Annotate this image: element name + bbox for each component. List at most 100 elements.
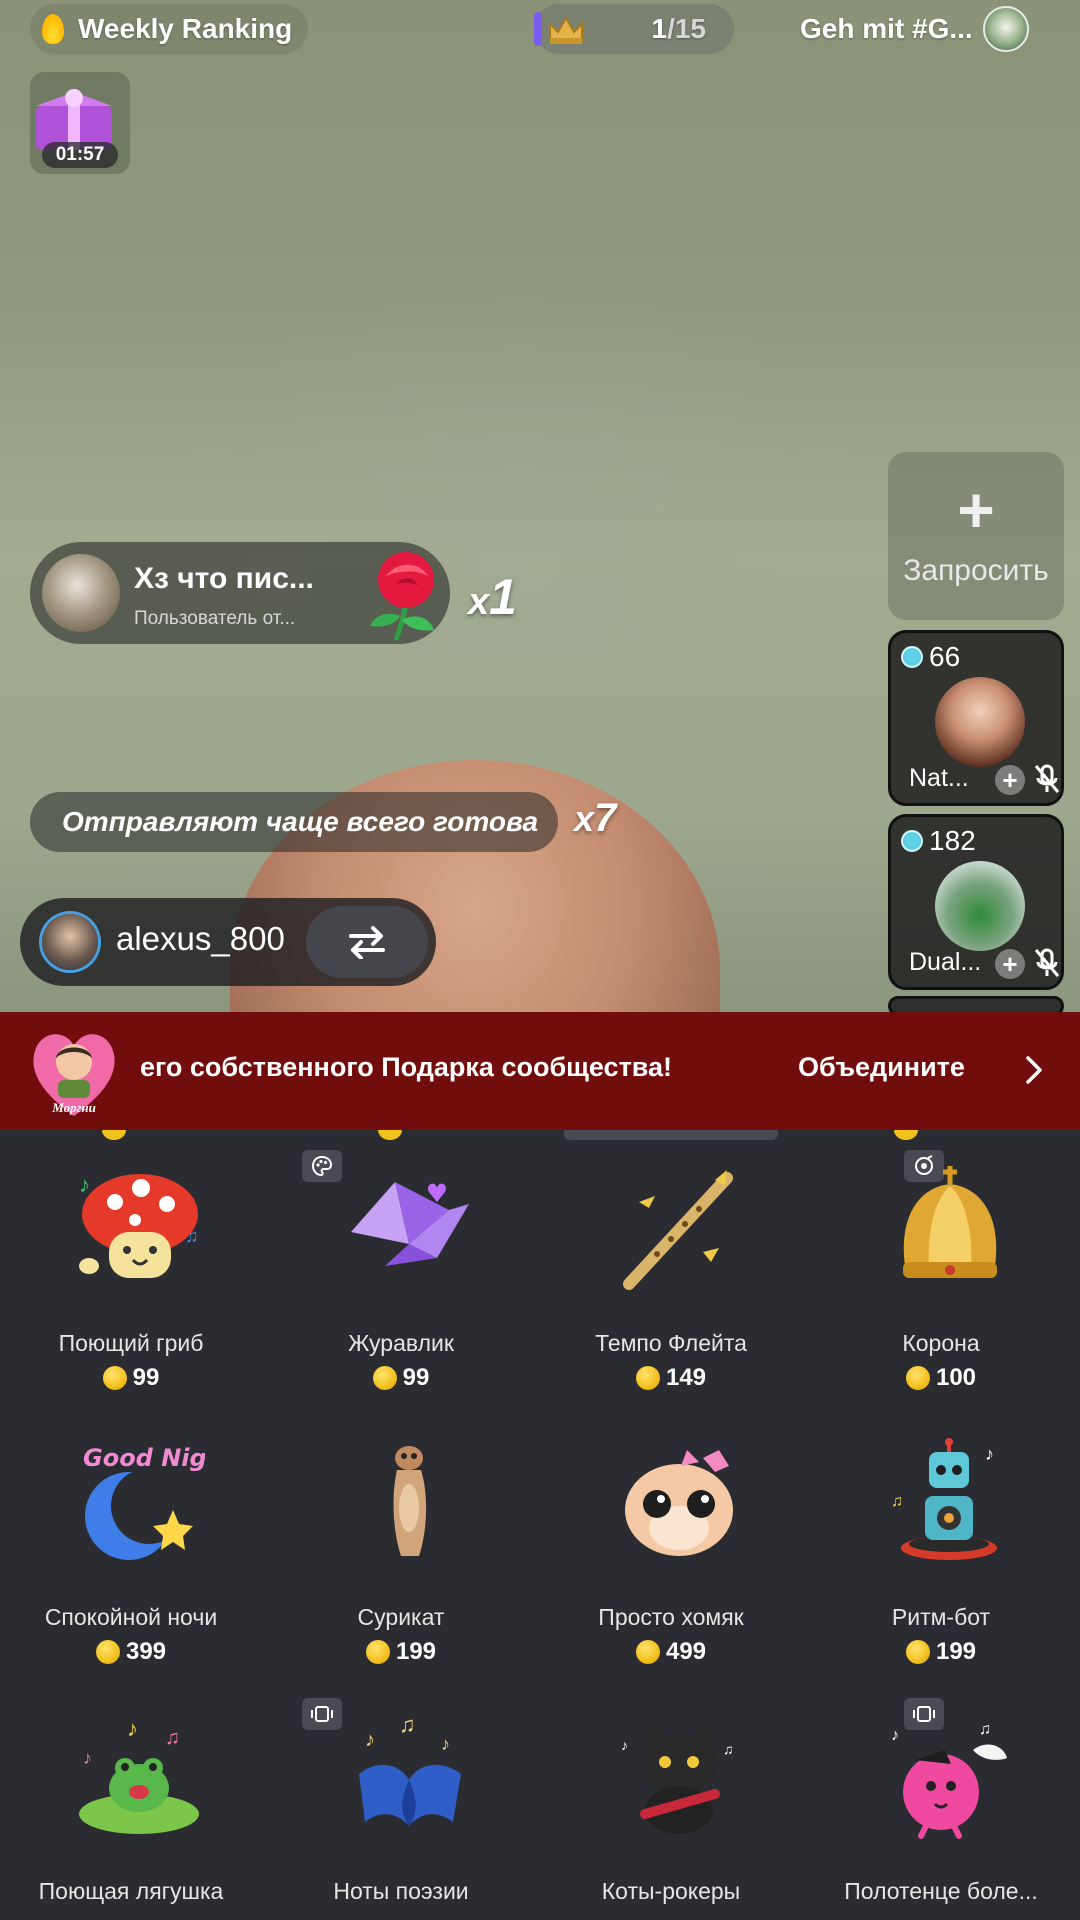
- svg-text:♫: ♫: [399, 1712, 416, 1737]
- most-sent-text: Отправляют чаще всего готова: [62, 806, 539, 837]
- gift-item[interactable]: Сурикат 199: [270, 1424, 540, 1698]
- gift-price-value: 399: [125, 1638, 167, 1665]
- gift-item[interactable]: ♪ ♫ Поющий гриб 99: [0, 1150, 270, 1424]
- gift-name: Сурикат: [357, 1604, 445, 1630]
- host-avatar[interactable]: [42, 914, 98, 970]
- top-bar: Weekly Ranking 1/15 Geh mit #G...: [0, 0, 1080, 58]
- svg-text:♪: ♪: [441, 1734, 450, 1754]
- gift-item[interactable]: Журавлик 99: [270, 1150, 540, 1424]
- gift-grid: ♪ ♫ Поющий гриб 99 Журавлик 99 Темпо Фле…: [0, 1150, 1080, 1920]
- swap-arrows-icon: [349, 926, 385, 959]
- follow-guest-button[interactable]: +: [995, 765, 1025, 795]
- guest-avatar: [935, 677, 1025, 767]
- good-night-moon-icon: Good Night: [83, 1444, 205, 1560]
- gift-name: Поющая лягушка: [38, 1878, 224, 1904]
- gift-price-value: 149: [665, 1364, 707, 1391]
- weekly-ranking-label: Weekly Ranking: [78, 13, 293, 44]
- gift-price: 99: [270, 1364, 532, 1392]
- plus-icon: +: [957, 474, 995, 546]
- mic-muted-icon: [1034, 764, 1060, 793]
- rank-current: 1: [651, 13, 668, 44]
- gift-price-value: 199: [395, 1638, 437, 1665]
- request-to-join-button[interactable]: + Запросить: [888, 452, 1064, 620]
- gift-price-value: 499: [665, 1638, 707, 1665]
- guest-name: Dual...: [909, 948, 982, 976]
- singing-mushroom-icon: ♪♫: [79, 1172, 199, 1278]
- guest-score-value: 66: [929, 641, 961, 672]
- previous-row-remnant: [0, 1130, 1080, 1140]
- poetry-book-icon: ♪ ♫ ♪: [359, 1712, 461, 1826]
- gift-item[interactable]: ♪ ♫ Ритм-бот 199: [810, 1424, 1080, 1698]
- most-sent-combo-count: 7: [594, 796, 617, 840]
- svg-text:♫: ♫: [891, 1493, 903, 1510]
- svg-text:♪: ♪: [891, 1727, 899, 1744]
- crown-icon: [549, 15, 583, 44]
- rocker-cat-icon: ♪ ♫: [621, 1720, 734, 1834]
- gift-name: Полотенце боле...: [844, 1878, 1038, 1904]
- event-button[interactable]: Geh mit #G...: [800, 4, 1033, 54]
- community-badge-icon: Моргни: [33, 1034, 115, 1116]
- gift-item[interactable]: ♪ ♫ Коты-рокеры: [540, 1698, 810, 1920]
- gift-item[interactable]: Корона 100: [810, 1150, 1080, 1424]
- coin-icon: [365, 1640, 390, 1664]
- timer-label: 01:57: [42, 142, 118, 168]
- rhythm-bot-icon: ♪♫: [891, 1438, 997, 1560]
- video-tag: [302, 1698, 342, 1730]
- gift-name: Темпо Флейта: [595, 1330, 747, 1356]
- coin-icon: [635, 1640, 660, 1664]
- gift-item[interactable]: ♪ ♫ ♪ Ноты поэзии: [270, 1698, 540, 1920]
- chevron-right-icon[interactable]: [1020, 1052, 1048, 1088]
- svg-text:♪: ♪: [127, 1716, 138, 1741]
- rose-icon: [370, 552, 434, 641]
- switch-host-button[interactable]: [306, 906, 428, 978]
- community-gift-banner[interactable]: Моргни его собственного Подарка сообщест…: [0, 1012, 1080, 1130]
- deer-icon: [982, 6, 1029, 52]
- gift-notification[interactable]: Хз что пис... Пользователь от...: [30, 542, 450, 644]
- gift-price-value: 100: [935, 1364, 977, 1391]
- gift-price: 499: [540, 1638, 802, 1666]
- guest-name: Nat...: [909, 764, 969, 792]
- host-info[interactable]: alexus_800: [20, 898, 436, 986]
- community-banner-text: его собственного Подарка сообщества!: [140, 1052, 673, 1082]
- gift-name: Коты-рокеры: [601, 1878, 741, 1904]
- gift-name: Поющий гриб: [58, 1330, 204, 1356]
- video-icon: [311, 1706, 333, 1722]
- gift-price: 399: [0, 1638, 262, 1666]
- gift-price: 99: [0, 1364, 262, 1392]
- guest-score-value: 182: [929, 825, 976, 856]
- paper-crane-icon: [351, 1182, 469, 1266]
- treasure-box-timer[interactable]: 01:57: [30, 72, 130, 174]
- svg-text:♪: ♪: [985, 1444, 994, 1464]
- guest-avatar: [935, 861, 1025, 951]
- gift-item[interactable]: ♪ ♫ Полотенце боле...: [810, 1698, 1080, 1920]
- flute-icon: [623, 1170, 733, 1290]
- rank-accent: [534, 12, 542, 46]
- guest-score: 182: [901, 825, 976, 857]
- collaboration-label: [564, 1130, 778, 1140]
- guest-card[interactable]: 66 Nat... +: [888, 630, 1064, 806]
- gift-panel: ♪ ♫ Поющий гриб 99 Журавлик 99 Темпо Фле…: [0, 1130, 1080, 1920]
- rank-indicator[interactable]: 1/15: [534, 4, 734, 54]
- svg-text:♪: ♪: [79, 1172, 90, 1197]
- gift-item[interactable]: Темпо Флейта 149: [540, 1150, 810, 1424]
- svg-text:♪: ♪: [365, 1729, 375, 1751]
- weekly-ranking-button[interactable]: Weekly Ranking: [30, 4, 309, 54]
- coin-icon: [372, 1366, 397, 1390]
- singing-frog-icon: ♪ ♫ ♪: [79, 1716, 199, 1834]
- gift-name: Спокойной ночи: [44, 1604, 218, 1630]
- gift-price-value: 99: [132, 1364, 160, 1391]
- follow-guest-button[interactable]: +: [995, 949, 1025, 979]
- guest-score: 66: [901, 641, 960, 673]
- gift-combo: x1: [468, 569, 517, 625]
- gift-name: Просто хомяк: [598, 1604, 744, 1630]
- most-sent-banner: Отправляют чаще всего готова: [30, 792, 558, 852]
- gift-item[interactable]: ♪ ♫ ♪ Поющая лягушка: [0, 1698, 270, 1920]
- gift-item[interactable]: Просто хомяк 499: [540, 1424, 810, 1698]
- coin-icon: [905, 1366, 930, 1390]
- svg-text:♫: ♫: [723, 1741, 734, 1757]
- guest-card[interactable]: 182 Dual... +: [888, 814, 1064, 990]
- gift-item[interactable]: Good Night Спокойной ночи 399: [0, 1424, 270, 1698]
- meerkat-icon: [393, 1446, 427, 1556]
- gift-name: Ритм-бот: [891, 1604, 991, 1630]
- most-sent-combo: x7: [574, 796, 617, 840]
